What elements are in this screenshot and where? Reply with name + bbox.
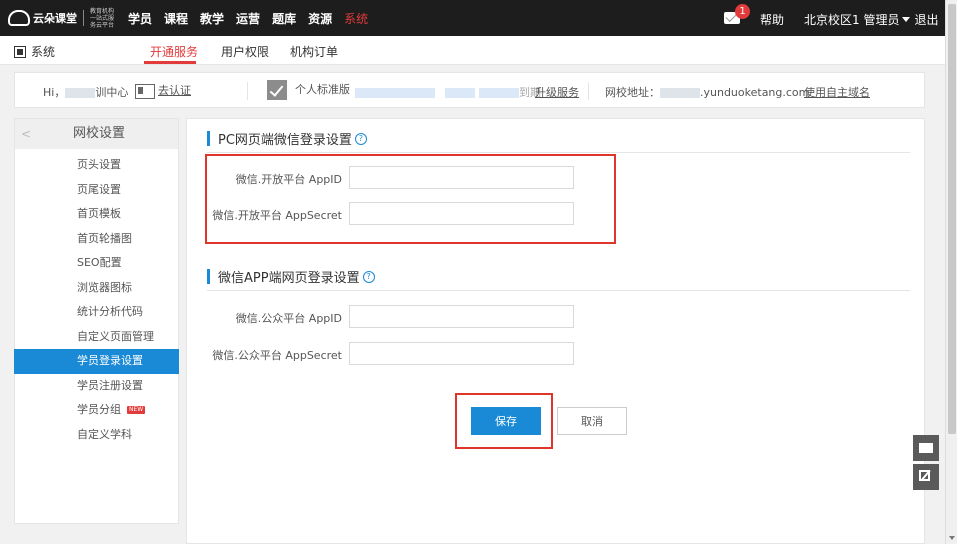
tab-org-orders[interactable]: 机构订单 — [290, 43, 338, 60]
sidebar-item-homepage-template[interactable]: 首页模板 — [15, 202, 178, 227]
app-appid-label: 微信.公众平台 AppID — [235, 312, 342, 325]
tab-user-permissions[interactable]: 用户权限 — [221, 43, 269, 60]
upgrade-service-link[interactable]: 升级服务 — [535, 84, 579, 100]
sidebar-item-custom-pages[interactable]: 自定义页面管理 — [15, 325, 178, 350]
logo-slogan: 教育机构一站式服务云平台 — [90, 7, 115, 29]
id-card-icon — [135, 83, 155, 99]
new-badge: NEW — [127, 406, 146, 414]
nav-question-bank[interactable]: 题库 — [272, 10, 296, 27]
help-link[interactable]: 帮助 — [760, 11, 784, 28]
logout-link[interactable]: 退出 — [914, 11, 938, 28]
logo-brand: 云朵课堂 — [33, 12, 77, 25]
scrollbar-thumb[interactable] — [948, 4, 956, 434]
section-accent-bar — [207, 131, 210, 146]
system-label: 系统 — [14, 43, 55, 60]
account-info-bar: Hi， 训中心 去认证 个人标准版 到期 升级服务 网校地址： .yunduoket… — [14, 72, 925, 108]
verify-group[interactable]: 去认证 — [135, 82, 191, 99]
sidebar-item-footer-settings[interactable]: 页尾设置 — [15, 178, 178, 203]
chevron-left-icon[interactable]: < — [21, 119, 31, 149]
custom-domain-link[interactable]: 使用自主域名 — [804, 84, 870, 100]
sidebar-item-label: 学员分组 — [77, 403, 121, 416]
nav-system[interactable]: 系统 — [344, 10, 368, 27]
scroll-down-arrow-icon[interactable] — [949, 536, 955, 540]
sidebar-item-homepage-carousel[interactable]: 首页轮播图 — [15, 227, 178, 252]
user-role: 管理员 — [863, 13, 900, 27]
notification-badge[interactable]: 1 — [735, 4, 750, 19]
logo[interactable]: 云朵课堂 教育机构一站式服务云平台 — [8, 7, 118, 29]
greeting: Hi， 训中心 — [43, 86, 129, 99]
app-appsecret-input[interactable] — [349, 342, 574, 365]
school-url: 网校地址： .yunduoketang.com — [605, 86, 810, 99]
user-menu[interactable]: 北京校区1 管理员 退出 — [804, 11, 939, 28]
section-divider — [207, 290, 910, 291]
sidebar: < 网校设置 页头设置 页尾设置 首页模板 首页轮播图 SEO配置 浏览器图标 … — [14, 118, 179, 524]
divider — [247, 82, 248, 100]
app-appid-row: 微信.公众平台 AppID — [187, 305, 587, 329]
system-icon — [14, 45, 26, 58]
sidebar-item-analytics-code[interactable]: 统计分析代码 — [15, 300, 178, 325]
highlight-box-pc — [205, 154, 616, 244]
sidebar-title: 网校设置 — [73, 126, 126, 141]
help-circle-icon[interactable]: ? — [362, 270, 375, 283]
plan-info: 个人标准版 — [267, 80, 350, 100]
section-accent-bar — [207, 269, 210, 284]
tab-open-service[interactable]: 开通服务 — [150, 43, 198, 60]
app-section-title: 微信APP端网页登录设置 ? — [207, 267, 375, 286]
sidebar-item-favicon[interactable]: 浏览器图标 — [15, 276, 178, 301]
section-divider — [207, 152, 910, 153]
sidebar-item-student-login[interactable]: 学员登录设置 — [14, 349, 179, 374]
campus-name: 北京校区1 — [804, 13, 860, 27]
highlight-box-save — [455, 393, 553, 449]
app-appsecret-row: 微信.公众平台 AppSecret — [187, 342, 587, 366]
logo-divider — [83, 10, 84, 26]
floating-edit-icon[interactable] — [913, 464, 939, 490]
nav-teaching[interactable]: 教学 — [200, 10, 224, 27]
nav-courses[interactable]: 课程 — [164, 10, 188, 27]
app-appsecret-label: 微信.公众平台 AppSecret — [212, 349, 342, 362]
sidebar-item-header-settings[interactable]: 页头设置 — [15, 153, 178, 178]
sidebar-item-student-groups[interactable]: 学员分组 NEW — [15, 398, 178, 423]
floating-mail-icon[interactable] — [913, 435, 939, 461]
top-bar: 云朵课堂 教育机构一站式服务云平台 学员 课程 教学 运营 题库 资源 系统 1… — [0, 0, 945, 36]
active-tab-underline — [144, 61, 196, 64]
verify-link[interactable]: 去认证 — [158, 84, 191, 97]
sidebar-item-custom-subjects[interactable]: 自定义学科 — [15, 423, 178, 448]
sidebar-item-student-register[interactable]: 学员注册设置 — [15, 374, 178, 399]
main-panel: PC网页端微信登录设置 ? 微信.开放平台 AppID 微信.开放平台 AppS… — [186, 118, 925, 544]
sub-nav: 系统 开通服务 用户权限 机构订单 — [0, 36, 945, 65]
divider — [588, 82, 589, 100]
caret-down-icon — [902, 17, 911, 22]
page-scrollbar[interactable] — [945, 0, 957, 544]
help-circle-icon[interactable]: ? — [354, 132, 367, 145]
nav-students[interactable]: 学员 — [128, 10, 152, 27]
plan-expiry: 到期 — [355, 84, 541, 100]
pc-section-title: PC网页端微信登录设置 ? — [207, 129, 367, 148]
cancel-button[interactable]: 取消 — [557, 407, 627, 435]
app-appid-input[interactable] — [349, 305, 574, 328]
cloud-logo-icon — [8, 10, 30, 26]
sidebar-header[interactable]: < 网校设置 — [15, 119, 178, 149]
top-nav: 学员 课程 教学 运营 题库 资源 系统 — [128, 0, 380, 36]
system-text: 系统 — [31, 45, 56, 59]
check-badge-icon — [267, 80, 287, 100]
nav-operations[interactable]: 运营 — [236, 10, 260, 27]
sidebar-item-seo[interactable]: SEO配置 — [15, 251, 178, 276]
nav-resources[interactable]: 资源 — [308, 10, 332, 27]
